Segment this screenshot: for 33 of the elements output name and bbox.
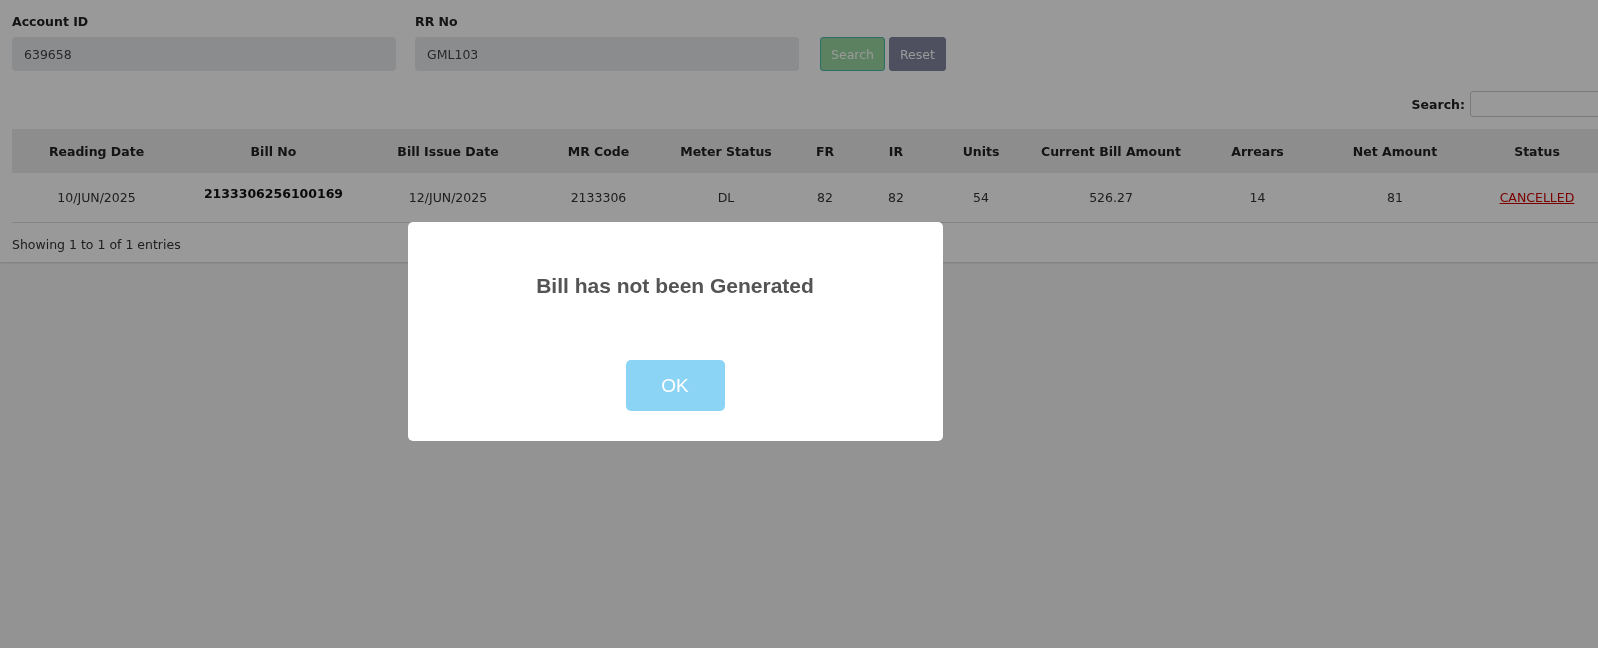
table-cell: DL bbox=[717, 190, 735, 205]
field-label: RR No bbox=[415, 14, 459, 29]
input-field[interactable]: GML103 bbox=[415, 37, 799, 71]
status-link[interactable]: CANCELLED bbox=[1499, 190, 1575, 205]
reset-button[interactable]: Reset bbox=[888, 37, 946, 71]
table-cell: 526.27 bbox=[1089, 190, 1133, 205]
table-cell: 82 bbox=[817, 190, 833, 205]
column-header[interactable]: Meter Status bbox=[667, 129, 785, 173]
column-header[interactable]: Units bbox=[927, 129, 1035, 173]
table-cell: 54 bbox=[973, 190, 989, 205]
column-header[interactable]: Status bbox=[1462, 129, 1598, 173]
column-header[interactable]: Reading Date bbox=[12, 129, 181, 173]
column-header[interactable]: FR bbox=[785, 129, 865, 173]
column-header[interactable]: IR bbox=[865, 129, 927, 173]
table-cell: 12/JUN/2025 bbox=[408, 190, 488, 205]
column-header[interactable]: Bill Issue Date bbox=[366, 129, 530, 173]
table-cell: 10/JUN/2025 bbox=[57, 190, 136, 205]
column-header[interactable]: Bill No bbox=[181, 129, 366, 173]
table-cell: 82 bbox=[888, 190, 904, 205]
search-field[interactable] bbox=[1470, 91, 1598, 117]
table-cell: 2133306 bbox=[570, 190, 627, 205]
entries-info: Showing 1 to 1 of 1 entries bbox=[12, 237, 182, 252]
column-header[interactable]: MR Code bbox=[530, 129, 667, 173]
table-cell: 2133306256100169 bbox=[203, 186, 344, 201]
column-header[interactable]: Current Bill Amount bbox=[1035, 129, 1187, 173]
dialog-message: Bill has not been Generated bbox=[536, 274, 814, 298]
column-header[interactable]: Net Amount bbox=[1328, 129, 1462, 173]
field-label: Account ID bbox=[12, 14, 90, 29]
search-label: Search: bbox=[1411, 96, 1465, 112]
input-field[interactable]: 639658 bbox=[12, 37, 396, 71]
column-header[interactable]: Arrears bbox=[1187, 129, 1328, 173]
table-cell: 81 bbox=[1387, 190, 1403, 205]
table-cell: 14 bbox=[1249, 190, 1266, 205]
